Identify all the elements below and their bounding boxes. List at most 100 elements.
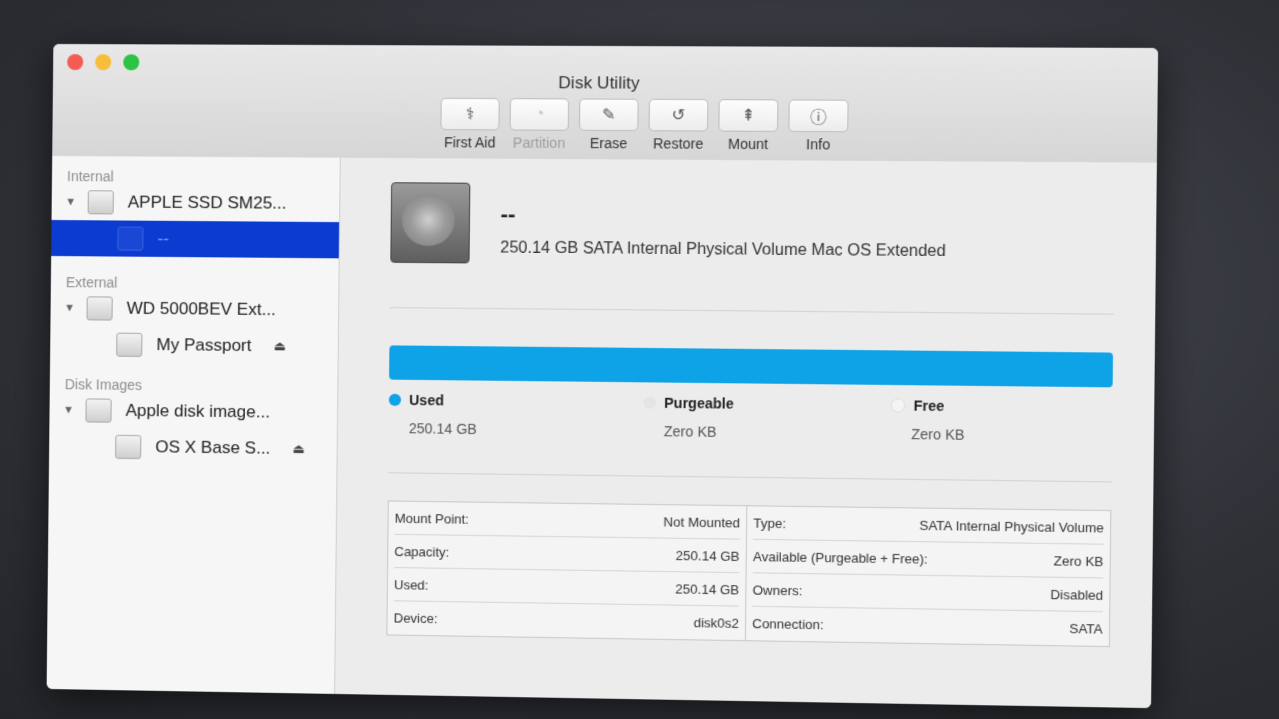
erase-icon: ✎ — [578, 98, 639, 132]
sidebar-item-my-passport[interactable]: My Passport ⏏ — [50, 326, 338, 365]
info-button[interactable]: ⓘ Info — [788, 99, 849, 153]
sidebar-item-external-disk[interactable]: ▼ WD 5000BEV Ext... — [50, 290, 338, 329]
disk-utility-window: Disk Utility ⚕ First Aid ◔ Partition ✎ E… — [46, 43, 1159, 709]
info-column-right: Type: SATA Internal Physical Volume Avai… — [744, 506, 1111, 647]
info-label: Device: — [393, 609, 438, 626]
sidebar-item-label: OS X Base S... — [155, 437, 271, 458]
info-label: Owners: — [752, 581, 803, 598]
info-label: Mount Point: — [394, 510, 469, 527]
restore-button[interactable]: ↺ Restore — [648, 98, 709, 152]
title-bar: Disk Utility ⚕ First Aid ◔ Partition ✎ E… — [52, 43, 1159, 164]
info-icon: ⓘ — [788, 99, 849, 133]
free-value: Zero KB — [911, 425, 965, 443]
close-button[interactable] — [67, 54, 84, 71]
sidebar-item-os-x-base[interactable]: OS X Base S... ⏏ — [49, 428, 337, 468]
sidebar-item-disk-image[interactable]: ▼ Apple disk image... — [49, 392, 337, 431]
info-value: SATA Internal Physical Volume — [919, 517, 1104, 536]
volume-header: -- 250.14 GB SATA Internal Physical Volu… — [390, 182, 1111, 279]
used-value: 250.14 GB — [408, 420, 477, 438]
info-row-connection: Connection: SATA — [752, 607, 1103, 645]
mount-label: Mount — [727, 135, 769, 153]
eject-icon[interactable]: ⏏ — [292, 441, 305, 457]
info-row-owners: Owners: Disabled — [752, 573, 1104, 613]
info-value: Not Mounted — [663, 513, 741, 531]
sidebar-item-label: APPLE SSD SM25... — [127, 192, 287, 213]
restore-label: Restore — [652, 135, 704, 152]
first-aid-label: First Aid — [443, 134, 496, 151]
disclosure-triangle-icon[interactable]: ▼ — [57, 404, 79, 416]
info-label: Available (Purgeable + Free): — [752, 548, 928, 567]
info-label: Used: — [393, 576, 429, 593]
info-value: 250.14 GB — [675, 580, 740, 597]
info-row-device: Device: disk0s2 — [393, 601, 739, 639]
info-label: Info — [806, 136, 831, 153]
info-value: Disabled — [1050, 586, 1104, 603]
external-disk-icon — [86, 296, 113, 321]
sidebar-item-label: -- — [157, 228, 169, 248]
used-dot-icon — [388, 393, 402, 406]
mount-icon: ⇞ — [718, 99, 779, 132]
zoom-button[interactable] — [123, 54, 140, 71]
divider — [388, 472, 1112, 483]
disk-image-icon — [85, 398, 112, 423]
section-disk-images: Disk Images — [64, 376, 143, 394]
legend-free: Free Zero KB — [890, 397, 965, 443]
volume-icon — [115, 434, 142, 460]
restore-icon: ↺ — [648, 98, 709, 132]
minimize-button[interactable] — [95, 54, 112, 71]
info-label: Type: — [753, 514, 787, 531]
info-row-used: Used: 250.14 GB — [393, 568, 740, 607]
eject-icon[interactable]: ⏏ — [274, 338, 287, 354]
purgeable-label: Purgeable — [664, 394, 734, 412]
info-label: Capacity: — [394, 543, 450, 560]
info-table: Mount Point: Not Mounted Capacity: 250.1… — [386, 500, 1112, 648]
stethoscope-icon: ⚕ — [440, 97, 500, 131]
window-title: Disk Utility — [558, 73, 640, 93]
partition-label: Partition — [512, 134, 566, 151]
sidebar-item-label: WD 5000BEV Ext... — [126, 298, 276, 320]
disclosure-triangle-icon[interactable]: ▼ — [59, 302, 81, 314]
partition-button[interactable]: ◔ Partition — [509, 98, 570, 151]
section-external: External — [65, 274, 118, 291]
ssd-icon — [87, 190, 114, 215]
pie-chart-icon: ◔ — [509, 98, 570, 131]
purgeable-value: Zero KB — [663, 423, 717, 440]
sidebar: Internal ▼ APPLE SSD SM25... -- External… — [46, 156, 341, 694]
volume-description: 250.14 GB SATA Internal Physical Volume … — [500, 239, 946, 261]
info-label: Connection: — [752, 615, 824, 632]
sidebar-item-label: Apple disk image... — [125, 400, 271, 422]
erase-label: Erase — [589, 134, 628, 152]
info-value: 250.14 GB — [675, 547, 740, 564]
info-column-left: Mount Point: Not Mounted Capacity: 250.1… — [387, 501, 746, 641]
info-row-available: Available (Purgeable + Free): Zero KB — [752, 539, 1104, 579]
used-label: Used — [409, 391, 444, 409]
info-row-mount-point: Mount Point: Not Mounted — [394, 501, 741, 540]
info-value: disk0s2 — [693, 614, 739, 631]
usage-bar — [389, 345, 1114, 388]
info-value: Zero KB — [1053, 552, 1104, 569]
legend-used: Used 250.14 GB — [388, 392, 477, 437]
sidebar-item-internal-volume[interactable]: -- — [51, 220, 340, 259]
info-row-capacity: Capacity: 250.14 GB — [394, 534, 740, 574]
volume-icon — [117, 226, 144, 251]
purgeable-dot-icon — [643, 396, 657, 409]
window-controls — [67, 54, 140, 71]
hard-drive-icon — [390, 182, 471, 264]
first-aid-button[interactable]: ⚕ First Aid — [440, 97, 500, 151]
disclosure-triangle-icon[interactable]: ▼ — [60, 196, 82, 208]
sidebar-item-internal-disk[interactable]: ▼ APPLE SSD SM25... — [52, 184, 340, 222]
legend-purgeable: Purgeable Zero KB — [643, 394, 734, 440]
main-panel: -- 250.14 GB SATA Internal Physical Volu… — [335, 157, 1157, 709]
mount-button[interactable]: ⇞ Mount — [718, 99, 779, 153]
erase-button[interactable]: ✎ Erase — [578, 98, 639, 152]
free-dot-icon — [890, 398, 906, 413]
volume-name: -- — [500, 201, 516, 227]
divider — [389, 307, 1114, 315]
section-internal: Internal — [66, 168, 114, 185]
info-value: SATA — [1069, 620, 1103, 637]
volume-icon — [116, 332, 143, 357]
free-label: Free — [913, 397, 945, 415]
toolbar: ⚕ First Aid ◔ Partition ✎ Erase ↺ Restor… — [440, 97, 849, 153]
info-row-type: Type: SATA Internal Physical Volume — [753, 506, 1105, 545]
sidebar-item-label: My Passport — [156, 335, 252, 356]
